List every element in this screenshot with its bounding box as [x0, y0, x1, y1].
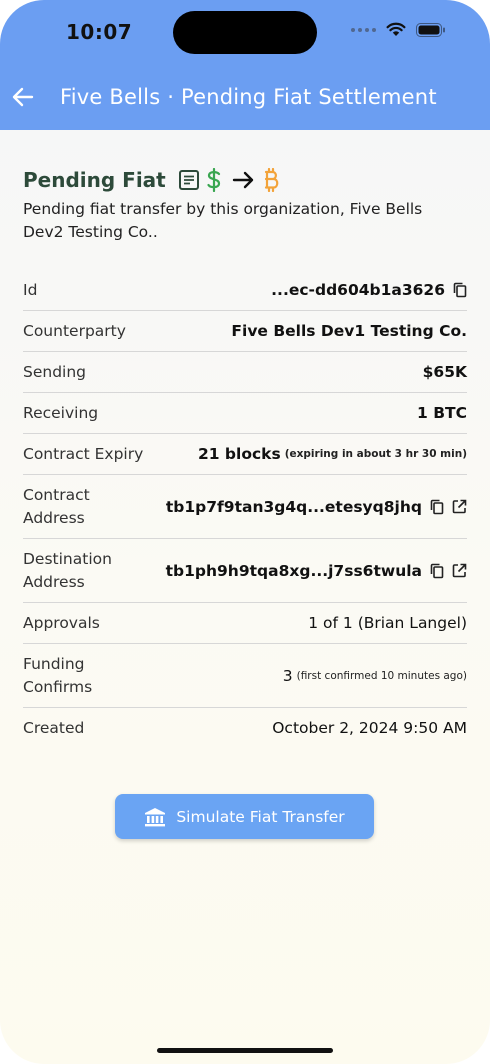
- contract-expiry-value: 21 blocks: [197, 445, 281, 463]
- id-value: ...ec-dd604b1a3626: [271, 281, 445, 299]
- section-title: Pending Fiat: [23, 168, 467, 192]
- back-button[interactable]: [10, 84, 36, 110]
- detail-value-wrap: $65K: [423, 363, 467, 381]
- detail-row-funding-confirms: Funding Confirms 3 (first confirmed 10 mi…: [23, 644, 467, 708]
- copy-icon: [453, 282, 467, 298]
- phone-screen: 10:07 Five Bells · Pending Fiat Settleme…: [0, 0, 490, 1064]
- label-line: Funding: [23, 654, 85, 673]
- detail-label: Created: [23, 718, 85, 737]
- summary-section: Pending Fiat Pending fiat transfer by th…: [23, 168, 467, 244]
- page-title: Five Bells · Pending Fiat Settlement: [60, 85, 437, 109]
- detail-value-wrap: 1 BTC: [417, 404, 467, 422]
- detail-value-wrap: 3 (first confirmed 10 minutes ago): [283, 667, 467, 685]
- section-title-text: Pending Fiat: [23, 168, 166, 192]
- open-destination-address-button[interactable]: [452, 563, 467, 578]
- cellular-signal-icon: [351, 27, 376, 32]
- funding-confirms-value: 3: [282, 666, 293, 685]
- detail-value-wrap: Five Bells Dev1 Testing Co.: [231, 322, 467, 340]
- detail-row-destination-address: Destination Address tb1ph9h9tqa8xg...j7ss…: [23, 539, 467, 603]
- copy-icon: [430, 563, 444, 578]
- status-time: 10:07: [66, 20, 133, 44]
- detail-label: Contract Expiry: [23, 444, 144, 463]
- detail-row-sending: Sending $65K: [23, 352, 467, 393]
- app-header: 10:07 Five Bells · Pending Fiat Settleme…: [0, 0, 490, 130]
- detail-value-wrap: 21 blocks (expiring in about 3 hr 30 min…: [198, 445, 467, 463]
- arrow-left-icon: [12, 87, 34, 107]
- wifi-icon: [386, 22, 406, 36]
- detail-label: Counterparty: [23, 321, 126, 340]
- sending-value: $65K: [422, 363, 467, 381]
- detail-row-counterparty: Counterparty Five Bells Dev1 Testing Co.: [23, 311, 467, 352]
- section-description: Pending fiat transfer by this organizati…: [23, 200, 423, 241]
- funding-confirms-note: (first confirmed 10 minutes ago): [296, 669, 467, 682]
- status-icons: [351, 22, 446, 37]
- label-line: Address: [23, 572, 85, 591]
- copy-contract-address-button[interactable]: [430, 499, 444, 515]
- document-icon: [178, 170, 199, 190]
- open-contract-address-button[interactable]: [452, 499, 467, 514]
- detail-row-receiving: Receiving 1 BTC: [23, 393, 467, 434]
- detail-label: Approvals: [23, 613, 100, 632]
- detail-label: Funding Confirms: [23, 653, 92, 699]
- simulate-fiat-transfer-button[interactable]: Simulate Fiat Transfer: [115, 794, 374, 839]
- contract-expiry-note: (expiring in about 3 hr 30 min): [284, 448, 467, 460]
- label-line: Confirms: [23, 677, 93, 696]
- detail-row-created: Created October 2, 2024 9:50 AM: [23, 708, 467, 748]
- destination-address-value: tb1ph9h9tqa8xg...j7ss6twula: [165, 561, 422, 580]
- detail-value-wrap: tb1p7f9tan3g4q...etesyq8jhq: [166, 498, 467, 516]
- dollar-icon: [207, 168, 220, 192]
- copy-destination-address-button[interactable]: [430, 563, 444, 579]
- detail-label: Sending: [23, 362, 87, 381]
- detail-label: Receiving: [23, 403, 99, 422]
- detail-label: Contract Address: [23, 484, 90, 530]
- bitcoin-icon: [264, 168, 279, 192]
- copy-id-button[interactable]: [453, 282, 467, 298]
- copy-icon: [430, 499, 444, 514]
- battery-icon: [416, 22, 445, 37]
- detail-value-wrap: ...ec-dd604b1a3626: [271, 281, 467, 299]
- detail-label: Destination Address: [23, 548, 112, 594]
- label-line: Address: [23, 508, 85, 527]
- detail-row-approvals: Approvals 1 of 1 (Brian Langel): [23, 603, 467, 644]
- contract-address-value: tb1p7f9tan3g4q...etesyq8jhq: [165, 497, 422, 516]
- created-value: October 2, 2024 9:50 AM: [272, 719, 467, 737]
- detail-label: Id: [23, 280, 38, 299]
- dynamic-island: [173, 11, 317, 54]
- simulate-fiat-transfer-label: Simulate Fiat Transfer: [176, 807, 345, 826]
- external-link-icon: [452, 563, 467, 578]
- home-indicator[interactable]: [157, 1048, 333, 1053]
- approvals-value: 1 of 1 (Brian Langel): [308, 614, 467, 632]
- label-line: Contract: [23, 485, 90, 504]
- detail-row-contract-expiry: Contract Expiry 21 blocks (expiring in a…: [23, 434, 467, 475]
- counterparty-value: Five Bells Dev1 Testing Co.: [231, 322, 467, 340]
- arrow-right-icon: [232, 171, 253, 189]
- detail-value-wrap: tb1ph9h9tqa8xg...j7ss6twula: [166, 562, 467, 580]
- label-line: Destination: [23, 549, 112, 568]
- detail-row-id: Id ...ec-dd604b1a3626: [23, 270, 467, 311]
- details-list: Id ...ec-dd604b1a3626 Counterparty Five …: [23, 270, 467, 748]
- detail-row-contract-address: Contract Address tb1p7f9tan3g4q...etesyq8…: [23, 475, 467, 539]
- bank-icon: [145, 807, 166, 826]
- receiving-value: 1 BTC: [417, 404, 467, 422]
- external-link-icon: [452, 499, 467, 514]
